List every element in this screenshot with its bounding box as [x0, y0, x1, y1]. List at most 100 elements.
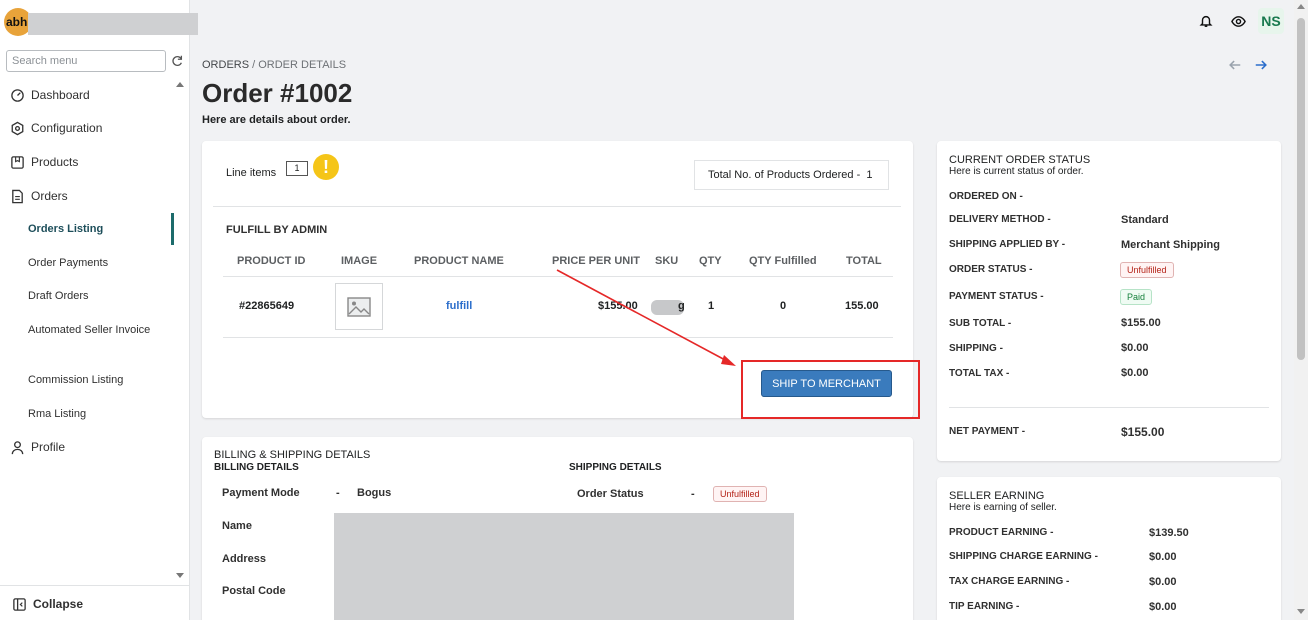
net-payment-label: NET PAYMENT - [949, 426, 1026, 437]
nav-scroll-down-icon[interactable] [176, 573, 184, 578]
page-title: Order #1002 [202, 78, 353, 108]
line-items-count: 1 [286, 161, 308, 176]
sub-total-label: SUB TOTAL - [949, 318, 1012, 329]
search-menu-field[interactable] [6, 50, 166, 72]
order-navigation [1228, 58, 1280, 72]
divider [213, 206, 901, 207]
sidebar-item-profile[interactable]: Profile [10, 437, 65, 457]
payment-status-label: PAYMENT STATUS - [949, 291, 1044, 302]
total-tax-value: $0.00 [1121, 367, 1149, 379]
line-items-label: Line items [226, 167, 277, 179]
payment-mode-value: Bogus [357, 487, 392, 499]
breadcrumb-orders[interactable]: ORDERS [202, 59, 249, 71]
breadcrumb-order-details: ORDER DETAILS [258, 59, 347, 71]
seller-earning-title: SELLER EARNING [949, 490, 1045, 502]
row-total: 155.00 [845, 300, 879, 312]
order-status-badge: Unfulfilled [1120, 262, 1174, 278]
billing-details-heading: BILLING DETAILS [214, 462, 299, 473]
sidebar-item-configuration[interactable]: Configuration [10, 118, 102, 138]
product-image [335, 283, 383, 330]
image-placeholder-icon [347, 296, 371, 317]
column-header: PRICE PER UNIT [552, 255, 641, 267]
product-earning-label: PRODUCT EARNING - [949, 527, 1054, 538]
sidebar-item-label: Profile [31, 440, 66, 454]
tip-earning-label: TIP EARNING - [949, 601, 1020, 612]
total-products-label: Total No. of Products Ordered - [708, 169, 861, 181]
breadcrumb-separator: / [249, 59, 259, 71]
sidebar-subitem-automated-seller-invoice[interactable]: Automated Seller Invoice [28, 322, 158, 339]
sidebar-item-orders[interactable]: Orders [10, 186, 68, 206]
sidebar-subitem-order-payments[interactable]: Order Payments [28, 255, 158, 272]
scroll-thumb[interactable] [1297, 18, 1305, 360]
sidebar-item-label: Configuration [31, 121, 103, 135]
shipping-charge-earning-label: SHIPPING CHARGE EARNING - [949, 551, 1098, 562]
user-icon [11, 440, 24, 454]
column-header: QTY Fulfilled [749, 255, 817, 267]
brand[interactable]: abh [4, 8, 198, 36]
product-earning-value: $139.50 [1149, 527, 1189, 539]
refresh-icon[interactable] [170, 54, 184, 68]
gauge-icon [11, 88, 24, 102]
scroll-down-icon[interactable] [1297, 609, 1305, 614]
order-status-label: ORDER STATUS - [949, 264, 1033, 275]
payment-status-badge: Paid [1120, 289, 1153, 305]
page-subtitle: Here are details about order. [202, 114, 351, 126]
column-header: QTY [699, 255, 722, 267]
page-scrollbar[interactable] [1294, 0, 1308, 620]
qty-fulfilled: 0 [780, 300, 787, 312]
bell-icon[interactable] [1198, 13, 1214, 29]
total-products-ordered: Total No. of Products Ordered - 1 [694, 160, 889, 190]
brand-name-redacted [28, 13, 198, 35]
total-tax-label: TOTAL TAX - [949, 368, 1010, 379]
product-name-link[interactable]: fulfill [446, 300, 472, 312]
sidebar-item-label: Dashboard [31, 88, 90, 102]
column-header: TOTAL [846, 255, 882, 267]
billing-shipping-card: BILLING & SHIPPING DETAILS BILLING DETAI… [202, 437, 913, 620]
avatar[interactable]: NS [1258, 8, 1284, 34]
tip-earning-value: $0.00 [1149, 601, 1177, 613]
warning-icon[interactable]: ! [313, 154, 339, 180]
tax-charge-earning-label: TAX CHARGE EARNING - [949, 576, 1070, 587]
shipping-label: SHIPPING - [949, 343, 1003, 354]
divider [223, 337, 893, 338]
eye-icon[interactable] [1230, 13, 1246, 29]
billing-shipping-title: BILLING & SHIPPING DETAILS [214, 449, 371, 461]
name-label: Name [222, 520, 252, 532]
sub-total-value: $155.00 [1121, 317, 1161, 329]
collapse-bar: Collapse [0, 585, 189, 620]
shipping-status-badge: Unfulfilled [713, 486, 767, 502]
arrow-right-icon[interactable] [1254, 58, 1268, 72]
price-per-unit: $155.00 [598, 300, 638, 312]
sidebar-subitem-draft-orders[interactable]: Draft Orders [28, 288, 158, 305]
redacted-address-block [334, 513, 794, 620]
collapse-icon [13, 597, 26, 611]
sku-visible: g [678, 300, 685, 312]
shipping-applied-value: Merchant Shipping [1121, 239, 1220, 251]
search-menu-input[interactable] [7, 51, 165, 71]
qty: 1 [708, 300, 715, 312]
sidebar-subitem-rma-listing[interactable]: Rma Listing [28, 406, 158, 423]
fulfill-section-title: FULFILL BY ADMIN [226, 224, 328, 236]
delivery-method-value: Standard [1121, 214, 1169, 226]
shipping-charge-earning-value: $0.00 [1149, 551, 1177, 563]
sidebar-item-dashboard[interactable]: Dashboard [10, 85, 90, 105]
sidebar-subitem-commission-listing[interactable]: Commission Listing [28, 372, 158, 389]
sidebar-item-label: Orders [31, 189, 68, 203]
sidebar-item-products[interactable]: Products [10, 152, 78, 172]
collapse-label: Collapse [33, 597, 84, 611]
order-status-card: CURRENT ORDER STATUS Here is current sta… [937, 141, 1281, 461]
collapse-button[interactable]: Collapse [12, 594, 83, 614]
arrow-left-icon[interactable] [1228, 58, 1242, 72]
scroll-up-icon[interactable] [1297, 4, 1305, 9]
nav-scroll-up-icon[interactable] [176, 82, 184, 87]
shipping-order-status-label: Order Status [577, 488, 644, 500]
settings-icon [11, 121, 24, 135]
order-status-subtitle: Here is current status of order. [949, 166, 1084, 177]
shipping-applied-label: SHIPPING APPLIED BY - [949, 239, 1066, 250]
box-icon [11, 155, 24, 169]
tax-charge-earning-value: $0.00 [1149, 576, 1177, 588]
column-header: IMAGE [341, 255, 378, 267]
annotation-highlight-box [741, 360, 920, 419]
sidebar-subitem-orders-listing[interactable]: Orders Listing [28, 221, 158, 238]
delivery-method-label: DELIVERY METHOD - [949, 214, 1051, 225]
